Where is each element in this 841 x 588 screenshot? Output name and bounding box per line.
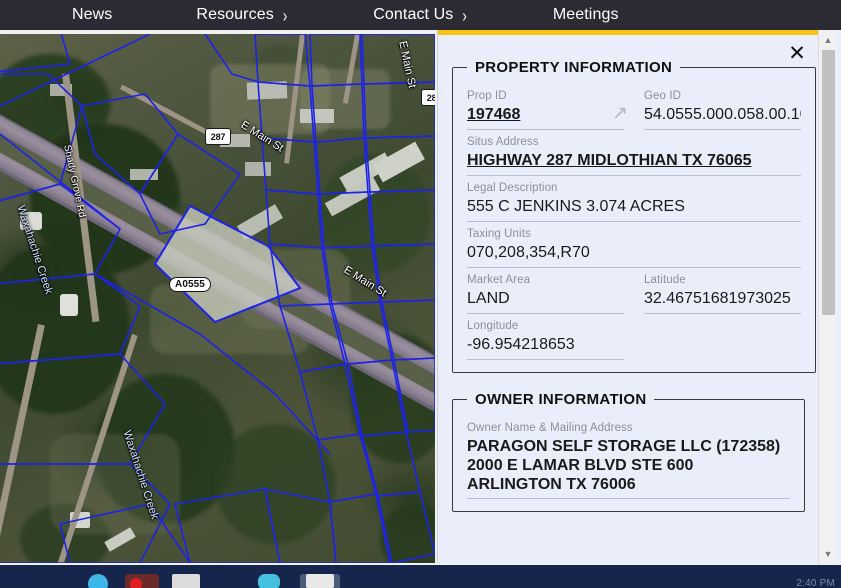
property-information-title: PROPERTY INFORMATION bbox=[467, 59, 680, 76]
owner-information-group: OWNER INFORMATION Owner Name & Mailing A… bbox=[452, 391, 805, 512]
market-area-label: Market Area bbox=[467, 274, 624, 286]
owner-information-title: OWNER INFORMATION bbox=[467, 391, 654, 408]
taskbar-icon-media-badge[interactable] bbox=[130, 578, 142, 588]
taskbar-icon-cloud[interactable] bbox=[258, 574, 280, 588]
longitude-value: -96.954218653 bbox=[467, 335, 624, 360]
prop-id-value[interactable]: 197468 bbox=[467, 105, 624, 130]
geo-id-value: 54.0555.000.058.00.108 bbox=[644, 105, 801, 130]
panel-body: ✕ PROPERTY INFORMATION Prop ID 197468 ↗ … bbox=[438, 35, 819, 565]
situs-address-field: Situs Address HIGHWAY 287 MIDLOTHIAN TX … bbox=[467, 130, 801, 176]
taxing-units-value: 070,208,354,R70 bbox=[467, 243, 801, 268]
application-window: News Resources › Contact Us › Meetings bbox=[0, 0, 841, 588]
os-taskbar: 2:40 PM bbox=[0, 565, 841, 588]
owner-name-address-value: PARAGON SELF STORAGE LLC (172358) 2000 E… bbox=[467, 437, 790, 499]
nav-item-label: Meetings bbox=[553, 6, 619, 24]
scroll-down-arrow-icon[interactable]: ▼ bbox=[819, 546, 837, 562]
nav-item-meetings[interactable]: Meetings bbox=[553, 6, 619, 24]
nav-item-label: News bbox=[72, 6, 112, 24]
site-top-navigation: News Resources › Contact Us › Meetings bbox=[0, 0, 841, 30]
market-area-value: LAND bbox=[467, 289, 624, 314]
map-abstract-label: A0555 bbox=[169, 277, 211, 292]
situs-address-value[interactable]: HIGHWAY 287 MIDLOTHIAN TX 76065 bbox=[467, 151, 801, 176]
prop-id-field: Prop ID 197468 ↗ bbox=[467, 84, 624, 130]
taskbar-icon-strip bbox=[0, 565, 841, 588]
aerial-parcel-map[interactable]: Waxahachie Creek Shady Grove Rd E Main S… bbox=[0, 34, 435, 563]
taskbar-icon-window[interactable] bbox=[172, 574, 200, 588]
nav-item-news[interactable]: News bbox=[72, 6, 112, 24]
longitude-label: Longitude bbox=[467, 320, 624, 332]
external-link-arrow-icon[interactable]: ↗ bbox=[612, 105, 630, 123]
taxing-units-label: Taxing Units bbox=[467, 228, 801, 240]
taxing-units-field: Taxing Units 070,208,354,R70 bbox=[467, 222, 801, 268]
highway-shield-icon-2: 287 bbox=[421, 89, 435, 106]
highway-shield-icon: 287 bbox=[205, 128, 231, 145]
legal-description-label: Legal Description bbox=[467, 182, 801, 194]
prop-id-label: Prop ID bbox=[467, 90, 624, 102]
parcel-boundary-overlay bbox=[0, 34, 435, 563]
close-icon[interactable]: ✕ bbox=[787, 44, 807, 64]
situs-address-label: Situs Address bbox=[467, 136, 801, 148]
property-information-group: PROPERTY INFORMATION Prop ID 197468 ↗ Ge… bbox=[452, 59, 816, 373]
taskbar-clock[interactable]: 2:40 PM bbox=[796, 578, 835, 588]
chevron-right-icon: › bbox=[283, 4, 287, 26]
longitude-field: Longitude -96.954218653 bbox=[467, 314, 624, 360]
prop-id-geo-id-row: Prop ID 197468 ↗ Geo ID 54.0555.000.058.… bbox=[467, 84, 801, 130]
chevron-right-icon: › bbox=[462, 4, 466, 26]
latitude-value: 32.46751681973025 bbox=[644, 289, 801, 314]
geo-id-field: Geo ID 54.0555.000.058.00.108 bbox=[644, 84, 801, 130]
longitude-row: Longitude -96.954218653 bbox=[467, 314, 801, 360]
nav-item-contact-us[interactable]: Contact Us › bbox=[373, 6, 467, 24]
nav-item-label: Resources bbox=[196, 6, 273, 24]
market-area-field: Market Area LAND bbox=[467, 268, 624, 314]
property-info-panel: ✕ PROPERTY INFORMATION Prop ID 197468 ↗ … bbox=[437, 30, 841, 565]
geo-id-label: Geo ID bbox=[644, 90, 801, 102]
owner-name-address-field: Owner Name & Mailing Address PARAGON SEL… bbox=[467, 416, 790, 499]
legal-description-value: 555 C JENKINS 3.074 ACRES bbox=[467, 197, 801, 222]
scroll-up-arrow-icon[interactable]: ▲ bbox=[819, 32, 837, 48]
longitude-spacer bbox=[644, 314, 801, 360]
owner-name-address-label: Owner Name & Mailing Address bbox=[467, 422, 790, 434]
market-area-latitude-row: Market Area LAND Latitude 32.46751681973… bbox=[467, 268, 801, 314]
scrollbar-thumb[interactable] bbox=[822, 50, 835, 315]
latitude-label: Latitude bbox=[644, 274, 801, 286]
nav-item-resources[interactable]: Resources › bbox=[196, 6, 287, 24]
nav-item-label: Contact Us bbox=[373, 6, 453, 24]
content-stage: Waxahachie Creek Shady Grove Rd E Main S… bbox=[0, 30, 841, 565]
latitude-field: Latitude 32.46751681973025 bbox=[644, 268, 801, 314]
taskbar-icon-explorer-inner[interactable] bbox=[306, 574, 334, 588]
taskbar-icon-browser[interactable] bbox=[88, 574, 108, 588]
legal-description-field: Legal Description 555 C JENKINS 3.074 AC… bbox=[467, 176, 801, 222]
panel-scrollbar[interactable]: ▲ ▼ bbox=[818, 30, 836, 565]
